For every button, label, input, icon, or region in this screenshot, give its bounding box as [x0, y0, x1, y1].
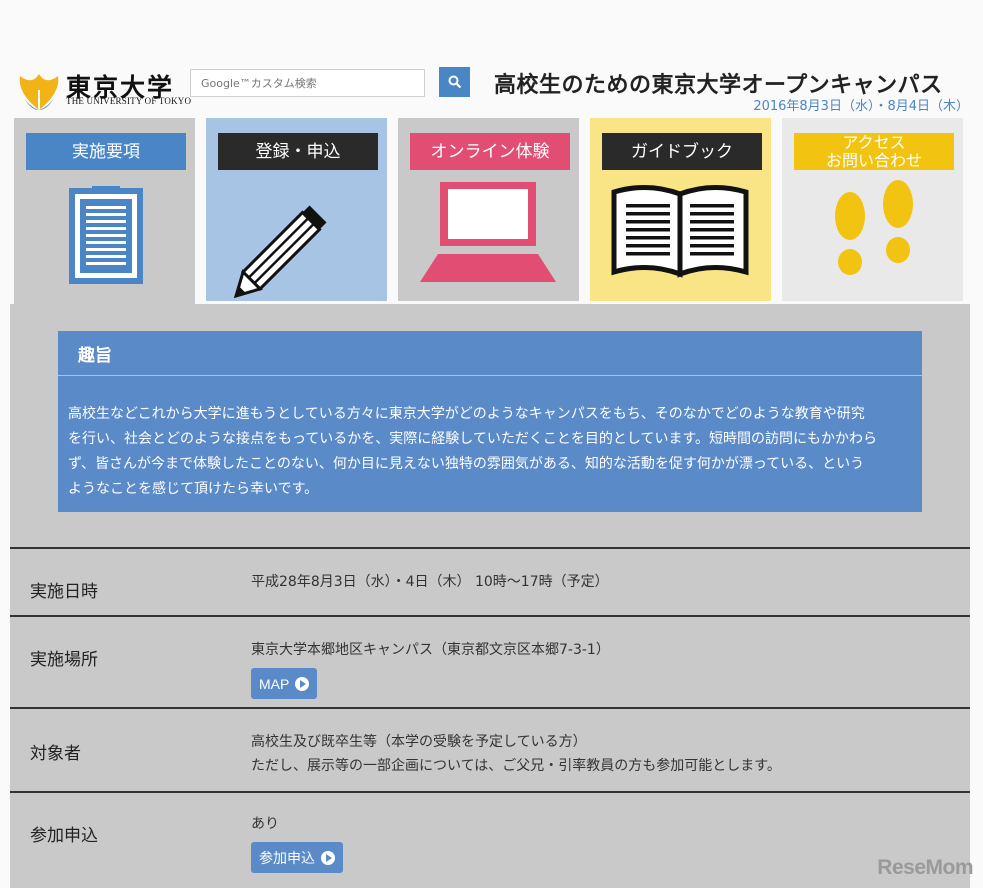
tab-guidebook[interactable]: ガイドブック — [590, 118, 771, 301]
purpose-heading: 趣旨 — [58, 331, 922, 376]
apply-button[interactable]: 参加申込 — [251, 842, 343, 873]
info-row-eligibility: 対象者 高校生及び既卒生等（本学の受験を予定している方） ただし、展示等の一部企… — [10, 707, 970, 793]
tab-label: オンライン体験 — [410, 133, 570, 170]
info-value: あり 参加申込 — [251, 812, 343, 873]
tab-label-line1: アクセス — [842, 132, 906, 152]
document-icon — [69, 186, 143, 284]
purpose-line: 高校生などこれから大学に進もうとしている方々に東京大学がどのようなキャンパスをも… — [68, 406, 865, 422]
purpose-box: 趣旨 高校生などこれから大学に進もうとしている方々に東京大学がどのようなキャンパ… — [58, 331, 922, 512]
tab-online-experience[interactable]: オンライン体験 — [398, 118, 579, 301]
search-button[interactable] — [439, 67, 470, 97]
tab-access-contact[interactable]: アクセス お問い合わせ — [782, 118, 963, 301]
info-value: 高校生及び既卒生等（本学の受験を予定している方） ただし、展示等の一部企画につい… — [251, 730, 781, 778]
info-label: 実施場所 — [30, 650, 98, 670]
info-row-datetime: 実施日時 平成28年8月3日（水）・4日（木） 10時～17時（予定） — [10, 547, 970, 617]
main-nav-tabs: 実施要項 登録・申込 オンライン体験 ガイドブック アクセス お問い合わせ — [14, 118, 969, 304]
info-value-text: 東京大学本郷地区キャンパス（東京都文京区本郷7-3-1） — [251, 642, 610, 658]
search-icon — [448, 75, 461, 89]
logo-subtext: THE UNIVERSITY OF TOKYO — [66, 96, 192, 106]
watermark-logo: ReseMom — [877, 856, 973, 879]
info-row-venue: 実施場所 東京大学本郷地区キャンパス（東京都文京区本郷7-3-1） MAP — [10, 615, 970, 709]
info-label: 参加申込 — [30, 826, 98, 846]
info-value: 平成28年8月3日（水）・4日（木） 10時～17時（予定） — [251, 574, 609, 590]
main-content: 趣旨 高校生などこれから大学に進もうとしている方々に東京大学がどのようなキャンパ… — [10, 304, 970, 888]
map-button[interactable]: MAP — [251, 668, 318, 699]
purpose-line: ず、皆さんが今まで体験したことのない、何か目に見えない独特の雰囲気がある、知的な… — [68, 456, 865, 472]
purpose-line: ようなことを感じて頂けたら幸いです。 — [68, 481, 319, 497]
tab-label: 登録・申込 — [218, 133, 378, 170]
tab-guidelines[interactable]: 実施要項 — [14, 118, 195, 304]
tab-label: ガイドブック — [602, 133, 762, 170]
info-label: 対象者 — [30, 744, 81, 764]
apply-button-label: 参加申込 — [259, 849, 315, 866]
search-input[interactable] — [190, 69, 425, 97]
site-header: 東京大学 THE UNIVERSITY OF TOKYO 高校生のための東京大学… — [0, 62, 983, 118]
tab-label: アクセス お問い合わせ — [794, 133, 954, 170]
laptop-icon — [420, 182, 556, 282]
info-value-text: 高校生及び既卒生等（本学の受験を予定している方） — [251, 734, 587, 750]
pencil-icon — [233, 205, 327, 298]
info-value: 東京大学本郷地区キャンパス（東京都文京区本郷7-3-1） MAP — [251, 638, 610, 699]
tab-registration[interactable]: 登録・申込 — [206, 118, 387, 301]
book-icon — [611, 184, 749, 278]
info-row-application: 参加申込 あり 参加申込 — [10, 791, 970, 888]
ginkgo-logo-icon[interactable] — [16, 66, 62, 112]
purpose-text: 高校生などこれから大学に進もうとしている方々に東京大学がどのようなキャンパスをも… — [58, 376, 922, 502]
tab-label-line2: お問い合わせ — [825, 150, 922, 170]
footprints-icon — [835, 180, 913, 275]
play-circle-icon — [295, 676, 310, 691]
map-button-label: MAP — [259, 675, 290, 692]
tab-label: 実施要項 — [26, 133, 186, 170]
event-date: 2016年8月3日（水）・8月4日（木） — [753, 99, 969, 114]
purpose-line: を行い、社会とどのような接点をもっているかを、実際に経験していただくことを目的と… — [68, 431, 878, 447]
info-value-text: あり — [251, 816, 279, 832]
info-value-note: ただし、展示等の一部企画については、ご父兄・引率教員の方も参加可能とします。 — [251, 758, 781, 774]
info-label: 実施日時 — [30, 582, 98, 602]
play-circle-icon — [321, 850, 335, 865]
